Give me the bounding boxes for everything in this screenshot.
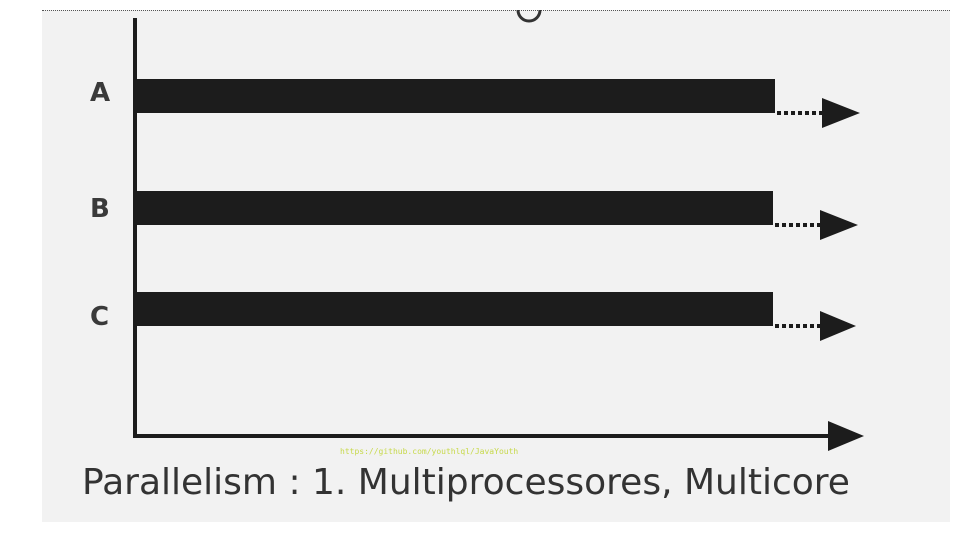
- top-circle-fragment: [516, 9, 542, 23]
- row-label-a: A: [90, 78, 111, 108]
- row-label-b: B: [90, 194, 110, 224]
- row-label-c: C: [90, 302, 110, 332]
- bar-c-arrowhead: [820, 311, 856, 341]
- bar-b: [137, 191, 773, 225]
- horizontal-axis-arrowhead: [828, 421, 864, 451]
- bar-c: [137, 292, 773, 326]
- diagram-caption: Parallelism : 1. Multiprocessores, Multi…: [82, 462, 850, 503]
- bar-a-arrowhead: [822, 98, 860, 128]
- bar-b-arrowhead: [820, 210, 858, 240]
- watermark-url: https://github.com/youthlql/JavaYouth: [340, 447, 519, 456]
- diagram-canvas: A B C https://github.com/youthlql/JavaYo…: [0, 0, 965, 543]
- bar-a: [137, 79, 775, 113]
